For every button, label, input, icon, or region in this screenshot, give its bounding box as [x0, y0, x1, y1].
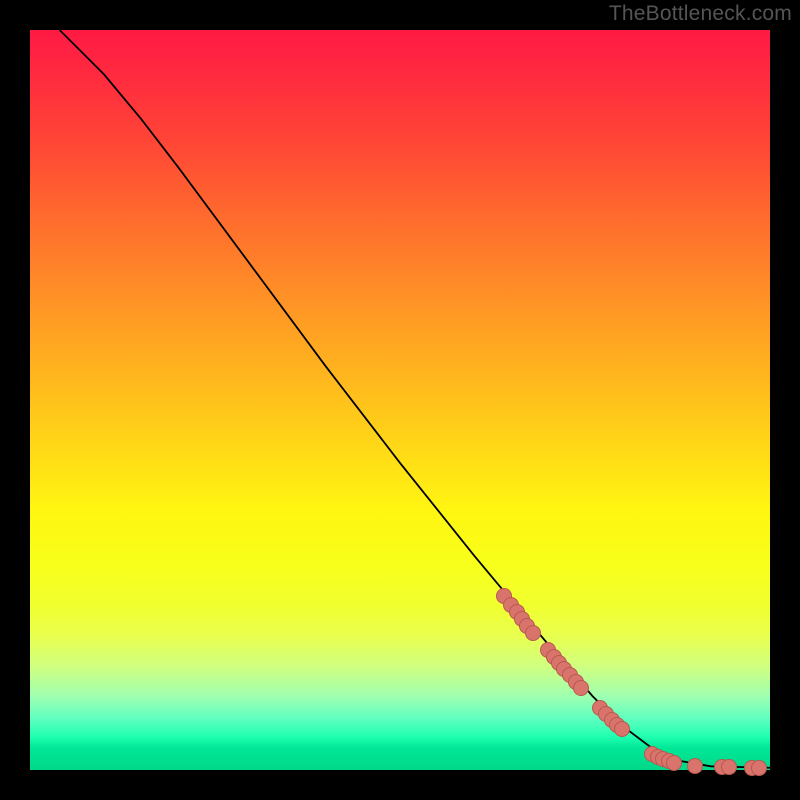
chart-curve-path — [60, 30, 770, 768]
chart-data-point — [573, 680, 589, 696]
chart-data-point — [687, 758, 703, 774]
watermark-text: TheBottleneck.com — [609, 2, 792, 26]
chart-data-point — [666, 755, 682, 771]
chart-data-point — [751, 760, 767, 776]
chart-data-point — [721, 759, 737, 775]
chart-data-point — [614, 721, 630, 737]
chart-plot-area — [30, 30, 770, 770]
chart-data-point — [525, 625, 541, 641]
chart-curve-svg — [30, 30, 770, 770]
